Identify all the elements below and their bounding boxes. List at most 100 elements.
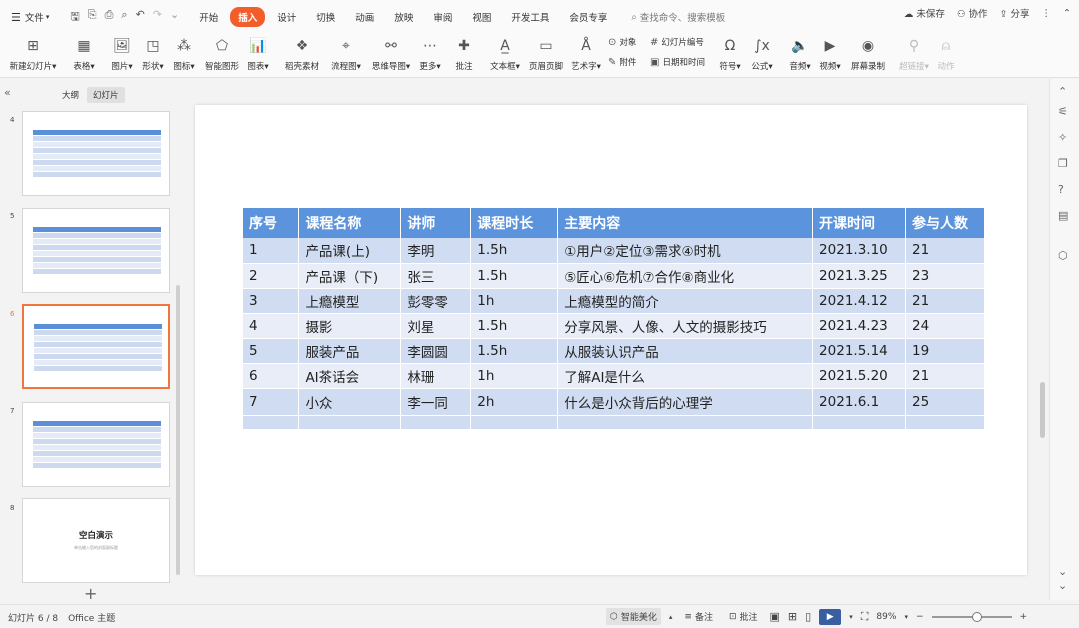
- add-slide-icon[interactable]: +: [84, 584, 97, 603]
- header-start-date[interactable]: 开课时间: [812, 208, 906, 238]
- table-cell[interactable]: 2h: [470, 388, 559, 416]
- panel-scrollbar[interactable]: [176, 285, 180, 575]
- table-cell[interactable]: 李一同: [400, 388, 472, 416]
- zoom-slider[interactable]: [931, 611, 1012, 622]
- chart-button[interactable]: 📊 图表▾: [236, 34, 280, 72]
- tab-transition[interactable]: 切换: [308, 7, 343, 27]
- save-icon[interactable]: 🖫: [70, 8, 79, 27]
- comment-button[interactable]: ✚ 批注: [442, 34, 486, 72]
- table-cell[interactable]: 李明: [400, 238, 472, 264]
- table-cell[interactable]: 刘星: [400, 313, 472, 339]
- table-cell[interactable]: 1: [243, 238, 300, 264]
- settings-sliders-icon[interactable]: ⚟: [1058, 105, 1068, 118]
- table-cell[interactable]: 2021.5.20: [812, 363, 906, 389]
- tab-outline[interactable]: 大纲: [56, 87, 85, 103]
- tab-developer[interactable]: 开发工具: [503, 7, 557, 27]
- copy-icon[interactable]: ❐: [1058, 157, 1068, 170]
- table-cell[interactable]: ①用户②定位③需求④时机: [557, 238, 814, 264]
- zoom-in-icon[interactable]: +: [1020, 612, 1028, 622]
- more-chevron-icon[interactable]: ⌄: [170, 8, 179, 27]
- redo-icon[interactable]: ↷: [153, 8, 162, 27]
- table-cell[interactable]: 小众: [298, 388, 402, 416]
- tab-insert[interactable]: 插入: [230, 7, 266, 27]
- slide-thumbnail-7[interactable]: [22, 402, 170, 487]
- tab-review[interactable]: 审阅: [425, 7, 460, 27]
- more-options-icon[interactable]: ⋮: [1042, 8, 1052, 19]
- chevron-double-down-icon[interactable]: ⌄: [1058, 579, 1067, 592]
- table-cell[interactable]: 摄影: [298, 313, 402, 339]
- slide-thumbnail-8[interactable]: 空白演示 单击输入您的封面副标题: [22, 498, 170, 583]
- image-settings-icon[interactable]: ▤: [1058, 209, 1068, 222]
- share-button[interactable]: ⇪ 分享: [1000, 6, 1030, 20]
- table-cell[interactable]: 2021.3.10: [812, 238, 906, 264]
- table-cell[interactable]: [812, 415, 906, 430]
- smart-beautify-button[interactable]: ⬡ 智能美化: [606, 608, 661, 625]
- table-cell[interactable]: 什么是小众背后的心理学: [557, 388, 814, 416]
- tab-view[interactable]: 视图: [464, 7, 499, 27]
- table-cell[interactable]: ⑤匠心⑥危机⑦合作⑧商业化: [557, 263, 814, 289]
- header-lecturer[interactable]: 讲师: [400, 208, 472, 238]
- tab-animation[interactable]: 动画: [347, 7, 382, 27]
- command-search[interactable]: ⌕ 查找命令、搜索模板: [631, 10, 725, 25]
- table-cell[interactable]: 6: [243, 363, 300, 389]
- table-cell[interactable]: 3: [243, 288, 300, 314]
- table-cell[interactable]: 1.5h: [470, 313, 559, 339]
- table-cell[interactable]: 1h: [470, 363, 559, 389]
- table-cell[interactable]: 李圆圆: [400, 338, 472, 364]
- format-painter-icon[interactable]: ⎘: [88, 8, 97, 27]
- table-cell[interactable]: 分享风景、人像、人文的摄影技巧: [557, 313, 814, 339]
- header-course-name[interactable]: 课程名称: [298, 208, 402, 238]
- chevron-up-icon[interactable]: ▴: [669, 613, 673, 621]
- table-cell[interactable]: 1h: [470, 288, 559, 314]
- table-cell[interactable]: 1.5h: [470, 263, 559, 289]
- slide-thumbnail-4[interactable]: [22, 111, 170, 196]
- pin-icon[interactable]: ✧: [1058, 131, 1067, 144]
- table-cell[interactable]: 产品课(上): [298, 238, 402, 264]
- header-index[interactable]: 序号: [243, 208, 300, 238]
- theme-name[interactable]: Office 主题: [68, 611, 115, 624]
- table-cell[interactable]: 21: [905, 363, 985, 389]
- help-icon[interactable]: ?: [1058, 183, 1064, 196]
- object-button[interactable]: ⊙ 对象: [608, 36, 636, 49]
- course-table[interactable]: 序号 课程名称 讲师 课程时长 主要内容 开课时间 参与人数 1 产品课(上) …: [243, 208, 985, 430]
- table-cell[interactable]: [557, 415, 814, 430]
- notes-button[interactable]: ≡ 备注: [680, 608, 717, 625]
- table-cell[interactable]: 25: [905, 388, 985, 416]
- tab-member[interactable]: 会员专享: [561, 7, 615, 27]
- screen-record-button[interactable]: ◉ 屏幕录制: [844, 34, 892, 72]
- table-cell[interactable]: 4: [243, 313, 300, 339]
- table-cell[interactable]: 林珊: [400, 363, 472, 389]
- print-preview-icon[interactable]: ⌕: [121, 8, 127, 27]
- slide-number-button[interactable]: # 幻灯片编号: [650, 36, 704, 49]
- table-cell[interactable]: [243, 415, 300, 430]
- table-cell[interactable]: 服装产品: [298, 338, 402, 364]
- table-cell[interactable]: 5: [243, 338, 300, 364]
- collab-button[interactable]: ⚇ 协作: [957, 6, 988, 20]
- header-content[interactable]: 主要内容: [557, 208, 814, 238]
- fit-window-icon[interactable]: ⛶: [861, 610, 869, 624]
- header-duration[interactable]: 课程时长: [470, 208, 559, 238]
- undo-icon[interactable]: ↶: [136, 8, 145, 27]
- zoom-out-icon[interactable]: −: [916, 612, 924, 622]
- cube-icon[interactable]: ⬡: [1058, 249, 1068, 262]
- table-cell[interactable]: [905, 415, 985, 430]
- comments-button[interactable]: ⊡ 批注: [725, 608, 762, 625]
- table-cell[interactable]: 从服装认识产品: [557, 338, 814, 364]
- table-cell[interactable]: 2021.4.12: [812, 288, 906, 314]
- table-cell[interactable]: 19: [905, 338, 985, 364]
- zoom-level[interactable]: 89%: [876, 612, 896, 622]
- table-cell[interactable]: 7: [243, 388, 300, 416]
- new-slide-button[interactable]: ⊞ 新建幻灯片▾: [6, 34, 60, 72]
- chevron-down-icon[interactable]: ⌄: [1058, 565, 1067, 578]
- zoom-dropdown-icon[interactable]: ▾: [904, 613, 908, 621]
- reading-view-icon[interactable]: ▯: [805, 610, 811, 623]
- table-cell[interactable]: 2021.3.25: [812, 263, 906, 289]
- tab-slideshow[interactable]: 放映: [386, 7, 421, 27]
- header-participants[interactable]: 参与人数: [905, 208, 985, 238]
- table-cell[interactable]: 21: [905, 288, 985, 314]
- table-cell[interactable]: 上瘾模型: [298, 288, 402, 314]
- action-button[interactable]: ⍝ 动作: [924, 34, 968, 72]
- attachment-button[interactable]: ✎ 附件: [608, 56, 636, 69]
- table-cell[interactable]: 2021.6.1: [812, 388, 906, 416]
- unsaved-status[interactable]: ☁ 未保存: [904, 6, 945, 20]
